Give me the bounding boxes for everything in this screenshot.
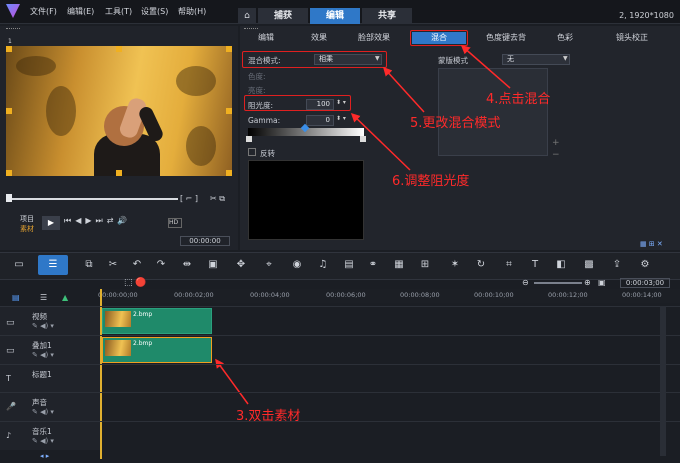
move-icon[interactable]: ✥ [234, 258, 248, 272]
timeline-extra-icons[interactable]: ⬚ 🔴 [124, 278, 147, 288]
ruler-tick: 00:00:06;00 [326, 291, 366, 299]
loop-icon[interactable]: ↻ [474, 258, 488, 272]
split-screen-icon[interactable]: ⊞ [418, 258, 432, 272]
ruler-tick: 00:00:00;00 [98, 291, 138, 299]
track-controls[interactable]: ✎ ◀) ▾ [32, 408, 54, 416]
add-track-icon[interactable]: ▲ [62, 293, 68, 302]
tracking-icon[interactable]: ⌗ [502, 258, 516, 272]
track-row [0, 421, 680, 449]
title-3d-icon[interactable]: T [528, 258, 542, 272]
zoom-out-icon[interactable]: ⊖ [522, 278, 529, 287]
ruler-tick: 00:00:08;00 [400, 291, 440, 299]
color-icon[interactable]: ◧ [554, 258, 568, 272]
bottom-nav-icons[interactable]: ◂ ▸ [40, 452, 49, 460]
track-controls[interactable]: ✎ ◀) ▾ [32, 351, 54, 359]
timeline-toolbar [0, 252, 680, 280]
undo-icon[interactable]: ↶ [130, 258, 144, 272]
crop-icon[interactable]: ▣ [206, 258, 220, 272]
title-track-icon: T [6, 374, 11, 383]
overlay-track-icon: ▭ [6, 346, 15, 356]
ruler-tick: 00:00:10;00 [474, 291, 514, 299]
copy-icon[interactable]: ⧉ [82, 258, 96, 272]
redo-icon[interactable]: ↷ [154, 258, 168, 272]
zoom-slider[interactable] [534, 282, 582, 284]
track-list-icon[interactable]: ☰ [40, 293, 47, 302]
ruler-tick: 00:00:14;00 [622, 291, 662, 299]
track-controls[interactable]: ✎ ◀) ▾ [32, 322, 54, 330]
video-clip[interactable]: 2.bmp [102, 308, 212, 334]
timeline-view-icon[interactable]: ☰ [46, 258, 60, 272]
subtitle-icon[interactable]: ▦ [392, 258, 406, 272]
track-name: 音乐1 [32, 427, 52, 436]
ruler-tick: 00:00:02;00 [174, 291, 214, 299]
track-manager-icon[interactable]: ▤ [12, 293, 20, 302]
music-track-icon: ♪ [6, 431, 12, 440]
tools-icon[interactable]: ✂ [106, 258, 120, 272]
trim-icon[interactable]: ⇹ [180, 258, 194, 272]
voice-track-icon: 🎤 [6, 402, 16, 411]
vertical-scrollbar[interactable] [660, 306, 666, 456]
transform-icon[interactable]: ⌖ [262, 258, 276, 272]
ruler-tick: 00:00:12;00 [548, 291, 588, 299]
zoom-in-icon[interactable]: ⊕ [584, 278, 591, 287]
motion-icon[interactable]: ▤ [342, 258, 356, 272]
clip-name: 2.bmp [133, 311, 153, 318]
clip-thumbnail [105, 311, 131, 327]
clip-thumbnail [105, 340, 131, 356]
mask-icon[interactable]: ▩ [582, 258, 596, 272]
record-icon[interactable]: ◉ [290, 258, 304, 272]
storyboard-view-icon[interactable]: ▭ [12, 258, 26, 272]
ruler-tick: 00:00:04;00 [250, 291, 290, 299]
track-row [0, 392, 680, 420]
track-row [0, 364, 680, 392]
audio-icon[interactable]: ♫ [316, 258, 330, 272]
zoom-timecode[interactable]: 0:00:03;00 [620, 278, 670, 288]
settings-icon[interactable]: ⚙ [638, 258, 652, 272]
video-track-icon: ▭ [6, 318, 15, 328]
track-name: 叠加1 [32, 341, 52, 350]
clip-name: 2.bmp [133, 340, 153, 347]
track-name: 标题1 [32, 370, 52, 379]
export-icon[interactable]: ⇪ [610, 258, 624, 272]
overlay-clip[interactable]: 2.bmp [102, 337, 212, 363]
track-controls[interactable]: ✎ ◀) ▾ [32, 437, 54, 445]
fit-icon[interactable]: ▣ [598, 278, 606, 287]
effect-icon[interactable]: ✶ [448, 258, 462, 272]
chain-icon[interactable]: ⚭ [366, 258, 380, 272]
track-name: 声音 [32, 398, 47, 407]
track-name: 视频 [32, 312, 47, 321]
track-header-video [0, 307, 100, 335]
